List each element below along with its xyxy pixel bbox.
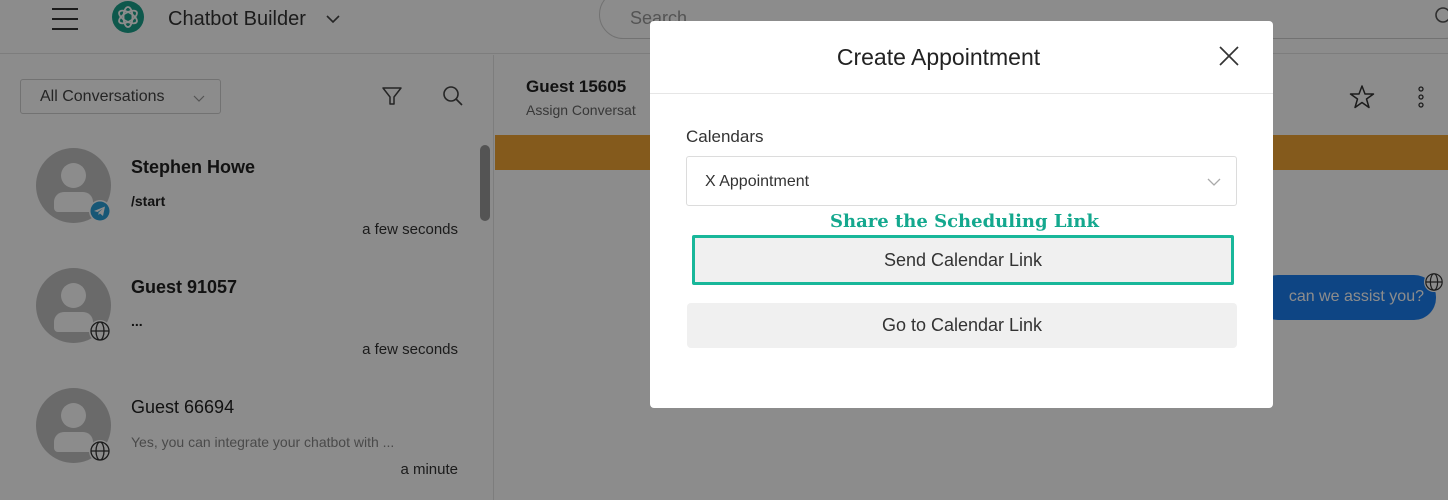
annotation-label: Share the Scheduling Link: [830, 211, 1099, 232]
divider: [650, 93, 1273, 94]
create-appointment-dialog: Create Appointment Calendars X Appointme…: [650, 21, 1273, 408]
calendar-select[interactable]: X Appointment: [686, 156, 1237, 206]
chevron-down-icon: [1207, 178, 1221, 186]
send-calendar-link-button[interactable]: Send Calendar Link: [692, 235, 1234, 285]
close-icon[interactable]: [1218, 45, 1240, 67]
calendars-label: Calendars: [686, 127, 764, 146]
go-to-calendar-link-button[interactable]: Go to Calendar Link: [687, 303, 1237, 348]
calendar-selected-value: X Appointment: [705, 173, 810, 190]
dialog-title: Create Appointment: [836, 44, 1041, 70]
